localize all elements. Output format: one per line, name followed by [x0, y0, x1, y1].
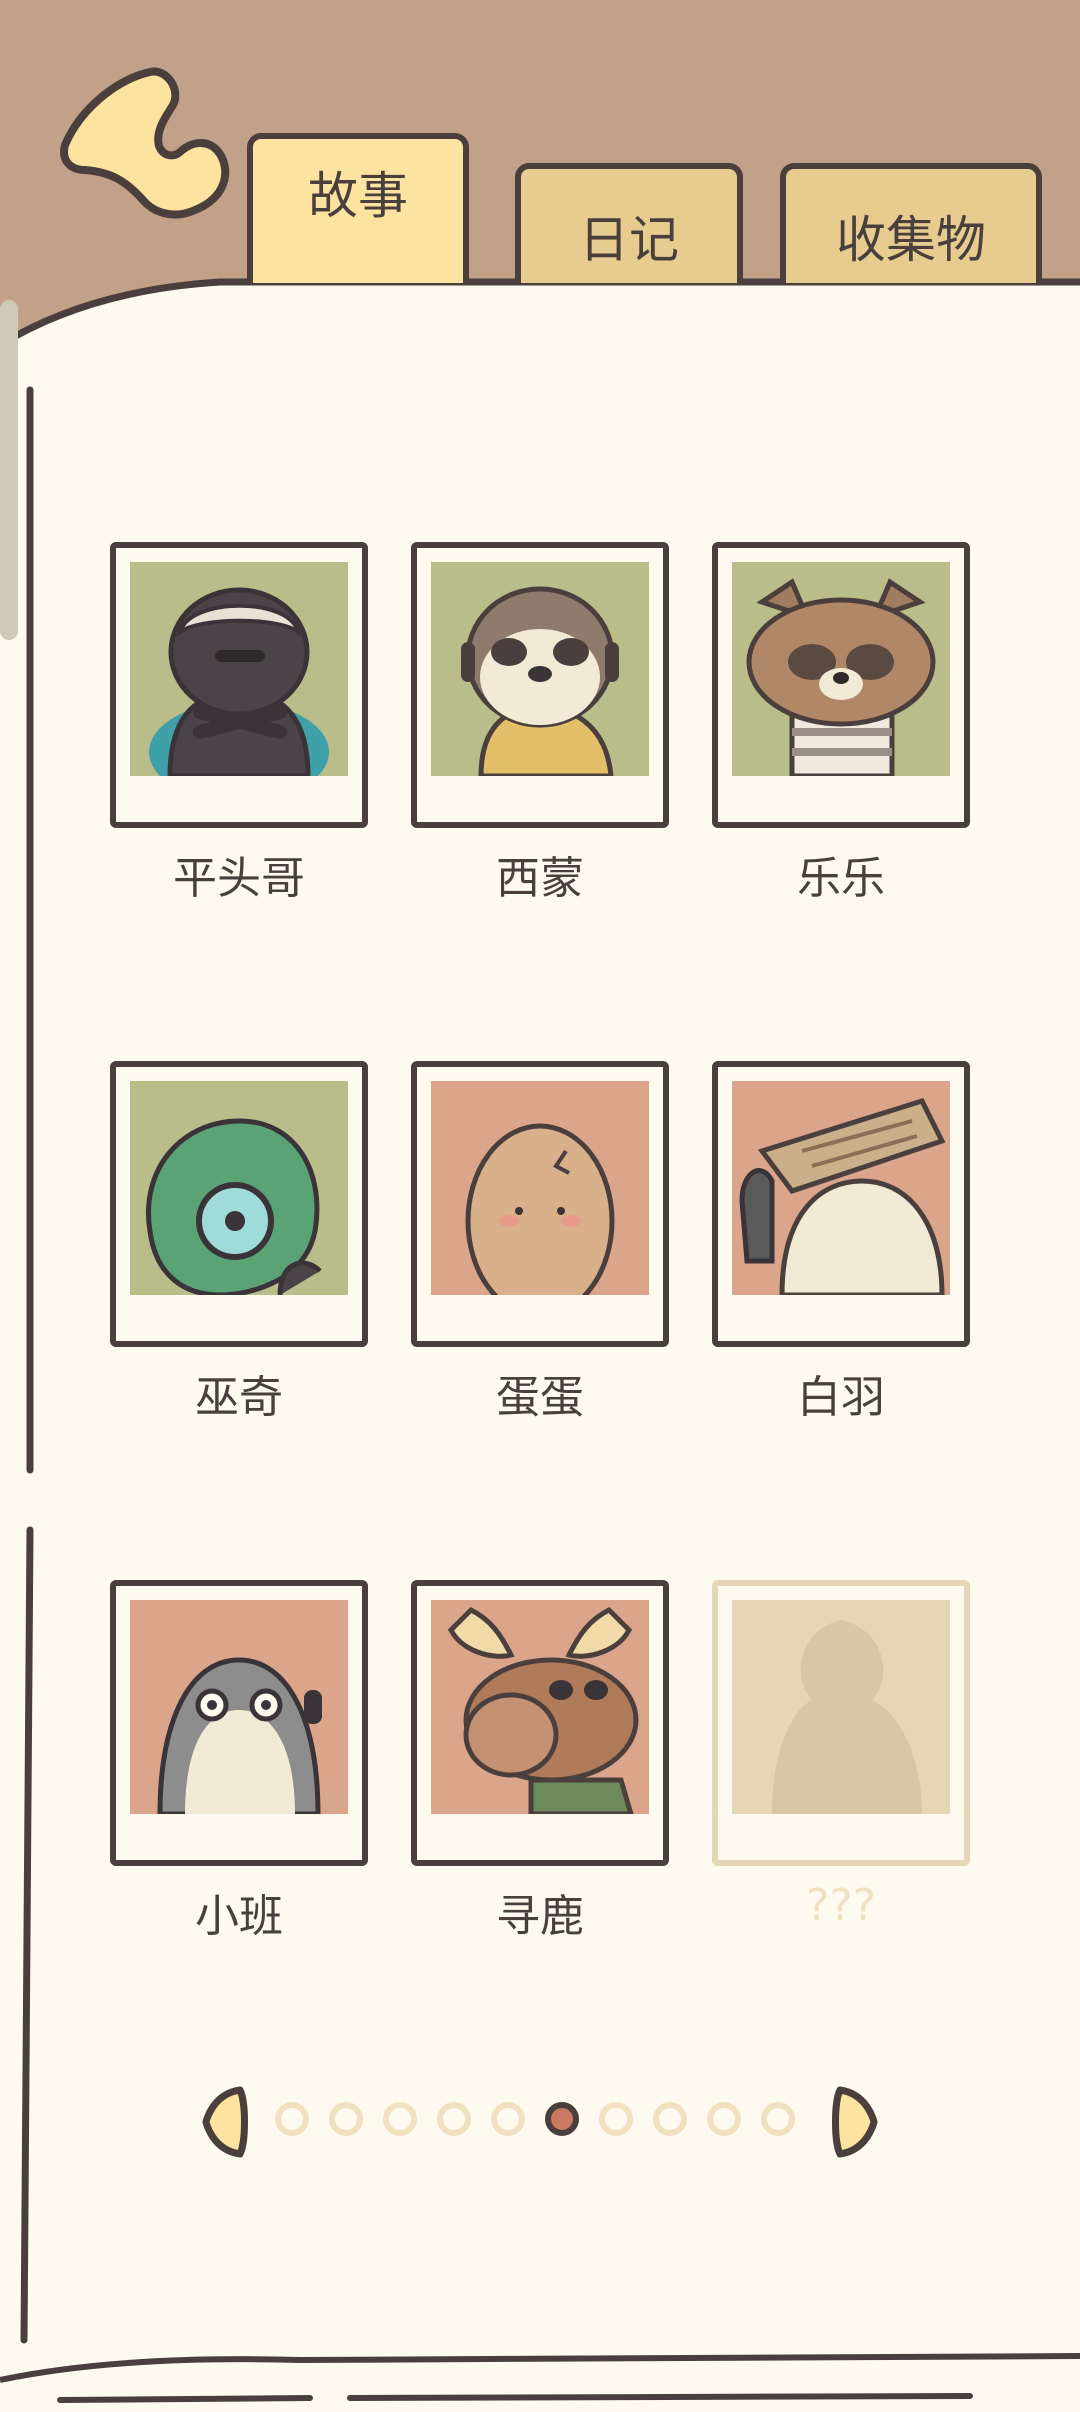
raccoon-portrait: [732, 562, 950, 776]
page-dot[interactable]: [707, 2102, 741, 2136]
otter-portrait: [130, 1600, 348, 1814]
silhouette-portrait: [732, 1600, 950, 1814]
character-name: 蛋蛋: [496, 1372, 584, 1423]
page-dot[interactable]: [383, 2102, 417, 2136]
character-name: 寻鹿: [496, 1891, 584, 1942]
character-name: 小班: [195, 1891, 283, 1942]
page-dot[interactable]: [545, 2102, 579, 2136]
character-name: 巫奇: [195, 1372, 283, 1423]
page-dot[interactable]: [491, 2102, 525, 2136]
photo-frame: [110, 542, 368, 828]
moose-portrait: [431, 1600, 649, 1814]
back-arrow-icon[interactable]: [55, 60, 245, 240]
honey-badger-portrait: [130, 562, 348, 776]
meerkat-portrait: [431, 562, 649, 776]
chameleon-portrait: [130, 1081, 348, 1295]
page-dot[interactable]: [329, 2102, 363, 2136]
photo-frame: [411, 1580, 669, 1866]
photo-frame: [712, 1061, 970, 1347]
character-name: 白羽: [797, 1372, 885, 1423]
collection-screen: 故事 日记 收集物 平头哥 西蒙 乐乐 巫奇 蛋蛋 白羽 小班 寻鹿 ???: [0, 0, 1080, 2412]
character-name: 平头哥: [173, 853, 305, 904]
previous-page-arrow-icon[interactable]: [200, 2082, 250, 2162]
page-indicator: [200, 2082, 900, 2162]
tab-collectibles-label: 收集物: [836, 211, 986, 269]
page-dot[interactable]: [653, 2102, 687, 2136]
character-name: 乐乐: [797, 853, 885, 904]
character-name: 西蒙: [496, 853, 584, 904]
character-name: ???: [805, 1880, 877, 1931]
tab-collectibles[interactable]: 收集物: [780, 163, 1042, 283]
page-dot[interactable]: [761, 2102, 795, 2136]
photo-frame: [712, 542, 970, 828]
photo-frame: [110, 1580, 368, 1866]
egg-portrait: [431, 1081, 649, 1295]
tab-story[interactable]: 故事: [247, 133, 469, 283]
bird-with-hat-portrait: [732, 1081, 950, 1295]
next-page-arrow-icon[interactable]: [830, 2082, 880, 2162]
tab-diary-label: 日记: [579, 211, 679, 269]
photo-frame: [110, 1061, 368, 1347]
tab-story-label: 故事: [308, 167, 408, 225]
photo-frame: [411, 1061, 669, 1347]
page-dot[interactable]: [599, 2102, 633, 2136]
tab-diary[interactable]: 日记: [515, 163, 743, 283]
photo-frame: [411, 542, 669, 828]
page-dot[interactable]: [275, 2102, 309, 2136]
page-dot[interactable]: [437, 2102, 471, 2136]
photo-frame: [712, 1580, 970, 1866]
